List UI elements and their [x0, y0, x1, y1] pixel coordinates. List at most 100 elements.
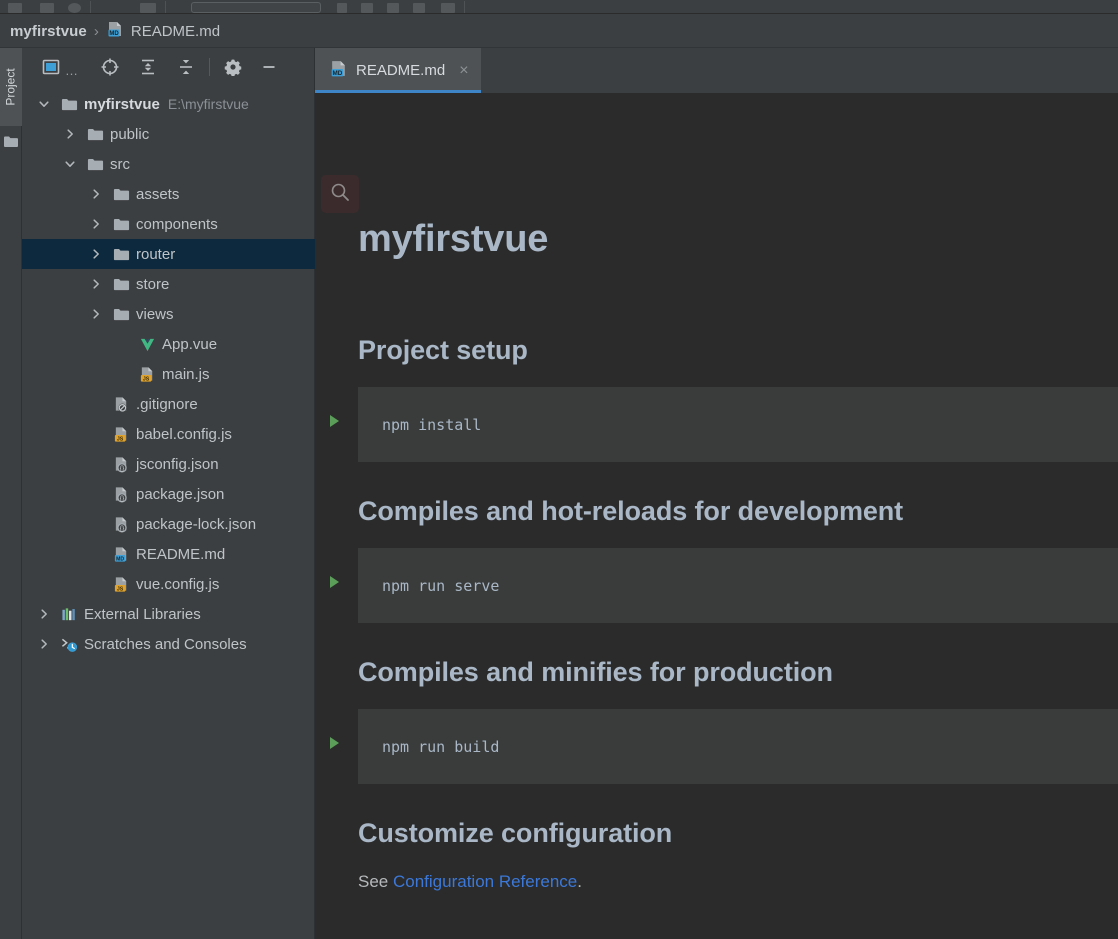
- tree-row-label: vue.config.js: [136, 575, 220, 593]
- chevron-right-icon[interactable]: [36, 636, 52, 652]
- run-configuration-selector[interactable]: [191, 2, 321, 13]
- paragraph-text-before: See: [358, 872, 393, 891]
- left-tool-stripe: Project: [0, 48, 22, 939]
- tool-window-button-project[interactable]: Project: [0, 48, 22, 126]
- project-view-selector-icon[interactable]: [38, 54, 64, 80]
- tree-row[interactable]: Scratches and Consoles: [22, 629, 315, 659]
- editor-tab-bar: MD README.md ×: [315, 48, 1118, 93]
- toolbar-icon-run[interactable]: [337, 3, 347, 13]
- tree-row-path-hint: E:\myfirstvue: [167, 96, 249, 112]
- chevron-right-icon[interactable]: [88, 276, 104, 292]
- editor-tab-readme[interactable]: MD README.md ×: [315, 48, 481, 93]
- panel-toolbar-divider: [209, 58, 210, 76]
- markdown-preview: myfirstvue Project setup npm install Compi…: [315, 93, 1118, 939]
- markdown-file-icon: MD: [106, 20, 124, 43]
- toolbar-icon-debug[interactable]: [361, 3, 373, 13]
- tree-row-label: main.js: [162, 365, 210, 383]
- collapse-all-icon[interactable]: [173, 54, 199, 80]
- svg-text:JS: JS: [116, 586, 123, 592]
- settings-gear-icon[interactable]: [220, 54, 246, 80]
- chevron-right-icon[interactable]: [88, 246, 104, 262]
- tree-row-label: components: [136, 215, 218, 233]
- chevron-right-icon[interactable]: [88, 306, 104, 322]
- tree-row[interactable]: JS babel.config.js: [22, 419, 315, 449]
- tree-row[interactable]: public: [22, 119, 315, 149]
- tree-row[interactable]: {} package.json: [22, 479, 315, 509]
- tree-row[interactable]: External Libraries: [22, 599, 315, 629]
- breadcrumb-separator: ›: [93, 22, 99, 40]
- folder-icon: [112, 185, 130, 203]
- toolbar-icon-1[interactable]: [8, 3, 22, 13]
- folder-icon: [4, 134, 18, 147]
- tree-row-label: assets: [136, 185, 180, 203]
- folder-icon: [112, 215, 130, 233]
- breadcrumb-file[interactable]: README.md: [131, 23, 220, 40]
- tree-twisty-placeholder: [88, 396, 104, 412]
- tree-row[interactable]: App.vue: [22, 329, 315, 359]
- chevron-down-icon[interactable]: [62, 156, 78, 172]
- chevron-right-icon[interactable]: [36, 606, 52, 622]
- ellipsis-icon[interactable]: …: [65, 63, 79, 78]
- tree-row-label: public: [110, 125, 150, 143]
- tree-row[interactable]: components: [22, 209, 315, 239]
- tree-row-label: App.vue: [162, 335, 218, 353]
- js-file-icon: JS: [112, 575, 130, 593]
- tree-twisty-placeholder: [114, 336, 130, 352]
- toolbar-divider-3: [464, 1, 465, 13]
- tree-row[interactable]: src: [22, 149, 315, 179]
- close-icon[interactable]: ×: [459, 62, 468, 80]
- tree-row-label: .gitignore: [136, 395, 198, 413]
- markdown-file-icon: MD: [112, 545, 130, 563]
- toolbar-divider-2: [165, 1, 166, 13]
- chevron-right-icon[interactable]: [88, 186, 104, 202]
- tree-row-label: myfirstvue: [84, 95, 160, 113]
- hide-panel-icon[interactable]: [256, 54, 282, 80]
- chevron-right-icon[interactable]: [62, 126, 78, 142]
- preview-customize-paragraph: See Configuration Reference.: [358, 872, 1118, 892]
- tree-row[interactable]: {} jsconfig.json: [22, 449, 315, 479]
- toolbar-icon-4[interactable]: [140, 3, 156, 13]
- tree-row-label: babel.config.js: [136, 425, 232, 443]
- expand-all-icon[interactable]: [135, 54, 161, 80]
- tree-row[interactable]: myfirstvue E:\myfirstvue: [22, 89, 315, 119]
- code-text: npm install: [382, 415, 482, 434]
- tree-row-label: README.md: [136, 545, 226, 563]
- tree-row[interactable]: JS main.js: [22, 359, 315, 389]
- preview-search-button[interactable]: [321, 175, 359, 213]
- tree-row[interactable]: .gitignore: [22, 389, 315, 419]
- tree-row[interactable]: assets: [22, 179, 315, 209]
- toolbar-icon-stop[interactable]: [441, 3, 455, 13]
- breadcrumb-project[interactable]: myfirstvue: [10, 23, 87, 40]
- toolbar-icon-profile[interactable]: [413, 3, 425, 13]
- tree-twisty-placeholder: [88, 426, 104, 442]
- chevron-right-icon[interactable]: [88, 216, 104, 232]
- tree-row[interactable]: views: [22, 299, 315, 329]
- external-libraries-icon: [60, 605, 78, 623]
- configuration-reference-link[interactable]: Configuration Reference: [393, 872, 577, 891]
- markdown-file-icon: MD: [329, 59, 348, 83]
- run-arrow-icon[interactable]: [330, 737, 339, 749]
- locate-file-icon[interactable]: [97, 54, 123, 80]
- preview-heading: Compiles and minifies for production: [358, 657, 833, 687]
- tree-row[interactable]: router: [22, 239, 315, 269]
- tree-row-label: package.json: [136, 485, 225, 503]
- tree-row[interactable]: JS vue.config.js: [22, 569, 315, 599]
- chevron-down-icon[interactable]: [36, 96, 52, 112]
- main-toolbar[interactable]: [0, 0, 1118, 14]
- code-text: npm run build: [382, 737, 500, 756]
- project-tree[interactable]: myfirstvue E:\myfirstvue public src assets co…: [22, 86, 315, 939]
- toolbar-icon-2[interactable]: [40, 3, 54, 13]
- tree-row[interactable]: MD README.md: [22, 539, 315, 569]
- breadcrumb: myfirstvue › MD README.md: [0, 15, 1118, 48]
- run-arrow-icon[interactable]: [330, 576, 339, 588]
- editor-tab-label: README.md: [356, 62, 446, 79]
- svg-text:JS: JS: [116, 436, 123, 442]
- svg-text:MD: MD: [333, 69, 343, 76]
- run-arrow-icon[interactable]: [330, 415, 339, 427]
- toolbar-icon-3[interactable]: [68, 3, 81, 13]
- toolbar-icon-coverage[interactable]: [387, 3, 399, 13]
- tree-row[interactable]: store: [22, 269, 315, 299]
- tree-row-label: src: [110, 155, 130, 173]
- tree-row[interactable]: {} package-lock.json: [22, 509, 315, 539]
- preview-document: myfirstvue Project setup npm install Compi…: [330, 93, 1118, 892]
